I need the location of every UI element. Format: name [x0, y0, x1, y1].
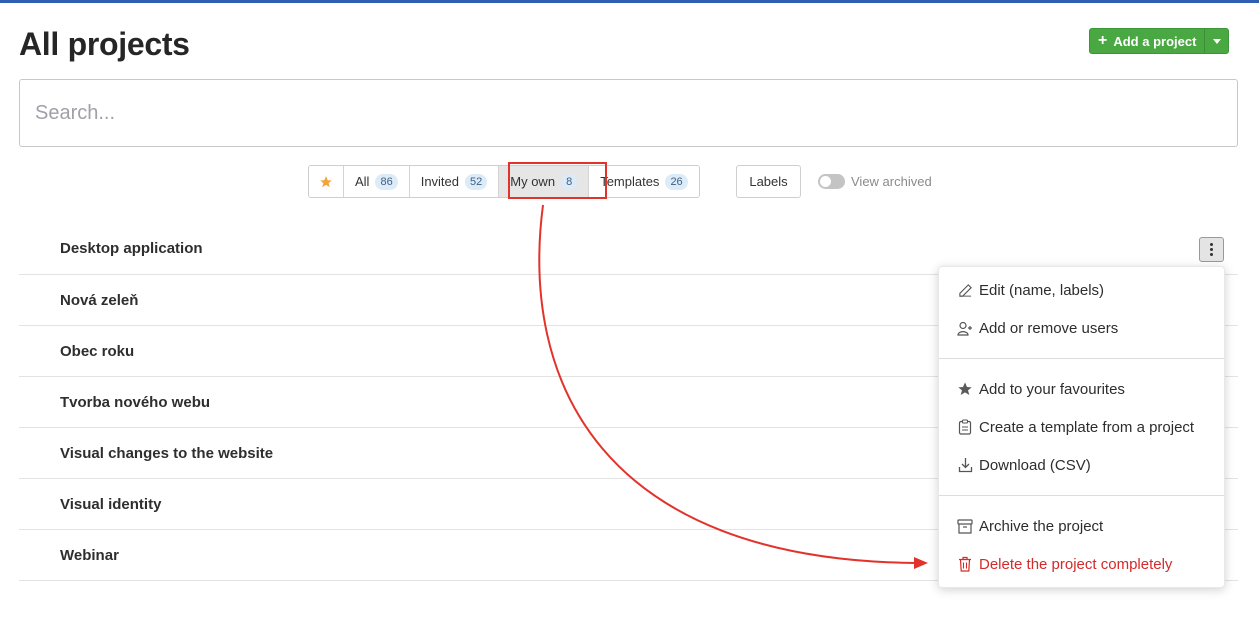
- top-accent-bar: [0, 0, 1259, 3]
- add-project-button-group: + Add a project: [1089, 28, 1230, 54]
- menu-item-favourite[interactable]: Add to your favourites: [939, 371, 1224, 407]
- menu-item-edit-label: Edit (name, labels): [979, 281, 1105, 299]
- star-icon: [320, 175, 332, 187]
- tab-my-own-label: My own: [510, 174, 556, 189]
- menu-item-download[interactable]: Download (CSV): [939, 447, 1224, 483]
- menu-divider: [939, 495, 1224, 496]
- project-actions-button[interactable]: [1199, 237, 1224, 262]
- menu-item-favourite-label: Add to your favourites: [979, 380, 1125, 398]
- clipboard-icon: [957, 419, 973, 435]
- menu-divider: [939, 358, 1224, 359]
- menu-item-delete[interactable]: Delete the project completely: [939, 546, 1224, 582]
- tab-invited-count: 52: [465, 173, 488, 190]
- tab-all[interactable]: All 86: [343, 166, 409, 197]
- archive-icon: [957, 518, 973, 534]
- add-project-dropdown-toggle[interactable]: [1204, 29, 1228, 53]
- trash-icon: [957, 556, 973, 572]
- add-project-label: Add a project: [1113, 33, 1197, 49]
- filter-tabs: All 86 Invited 52 My own 8 Templates 26: [308, 165, 700, 198]
- view-archived-label: View archived: [851, 174, 932, 189]
- caret-down-icon: [1212, 38, 1221, 44]
- tab-templates-count: 26: [665, 173, 688, 190]
- tab-templates[interactable]: Templates 26: [588, 166, 699, 197]
- tab-templates-label: Templates: [600, 174, 660, 189]
- add-project-button[interactable]: + Add a project: [1090, 29, 1204, 53]
- menu-item-archive[interactable]: Archive the project: [939, 508, 1224, 544]
- menu-item-download-label: Download (CSV): [979, 456, 1091, 474]
- download-icon: [957, 457, 973, 473]
- tab-invited[interactable]: Invited 52: [408, 166, 499, 197]
- tab-my-own-count: 8: [561, 173, 578, 190]
- view-archived-toggle[interactable]: [818, 174, 845, 189]
- menu-item-archive-label: Archive the project: [979, 517, 1104, 535]
- tab-invited-label: Invited: [420, 174, 460, 189]
- user-plus-icon: [957, 320, 973, 336]
- tab-all-label: All: [355, 174, 370, 189]
- kebab-dot: [1210, 243, 1213, 246]
- labels-button[interactable]: Labels: [736, 165, 801, 198]
- menu-item-template[interactable]: Create a template from a project: [939, 409, 1224, 445]
- menu-item-template-label: Create a template from a project: [979, 418, 1195, 436]
- menu-item-users-label: Add or remove users: [979, 319, 1119, 337]
- tab-all-count: 86: [375, 173, 398, 190]
- pencil-icon: [957, 282, 973, 298]
- tab-my-own[interactable]: My own 8: [498, 166, 589, 197]
- page-title: All projects: [19, 26, 190, 62]
- star-icon: [957, 381, 973, 397]
- menu-item-delete-label: Delete the project completely: [979, 555, 1173, 573]
- favourites-filter[interactable]: [309, 166, 343, 197]
- search-input[interactable]: [19, 79, 1238, 147]
- kebab-dot: [1210, 253, 1213, 256]
- toggle-knob: [820, 176, 831, 187]
- menu-item-edit[interactable]: Edit (name, labels): [939, 272, 1224, 308]
- project-context-menu: Edit (name, labels) Add or remove users …: [938, 266, 1225, 588]
- menu-item-users[interactable]: Add or remove users: [939, 310, 1224, 346]
- plus-icon: +: [1098, 32, 1108, 49]
- kebab-dot: [1210, 248, 1213, 251]
